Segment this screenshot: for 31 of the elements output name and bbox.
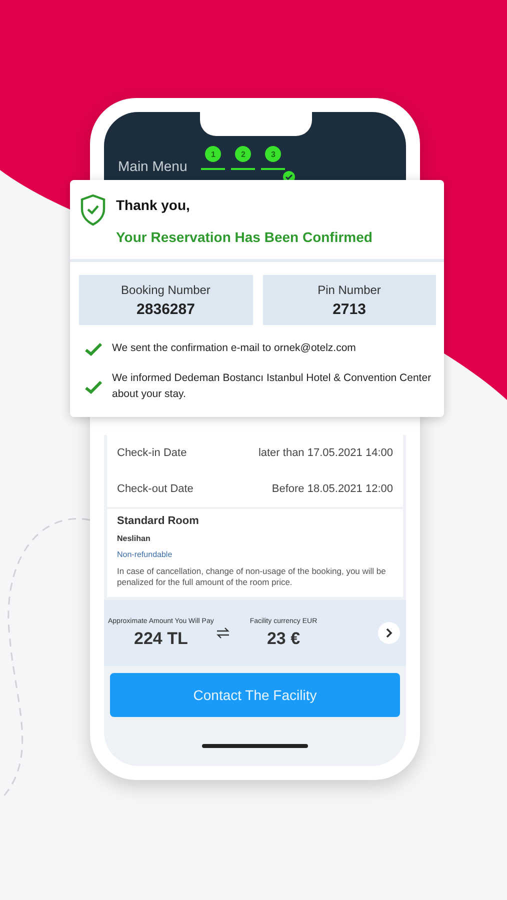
cancellation-note: In case of cancellation, change of non-usage of the booking, you will be penalized for the full amount of the room price. xyxy=(117,566,387,588)
step-dot: 1 xyxy=(205,146,222,162)
code-value: 2836287 xyxy=(136,300,195,318)
check-icon xyxy=(84,378,104,395)
shield-check-icon xyxy=(80,194,106,226)
step-line xyxy=(261,168,286,170)
date-label: Check-out Date xyxy=(117,483,194,495)
step-line xyxy=(231,168,256,170)
step-line xyxy=(201,168,226,170)
room-name: Standard Room xyxy=(117,515,200,527)
step-dot: 2 xyxy=(235,146,252,162)
code-label: Pin Number xyxy=(318,282,381,296)
date-value: later than 17.05.2021 14:00 xyxy=(258,447,393,459)
price-amount: 23 € xyxy=(266,628,300,649)
menu-title[interactable]: Main Menu xyxy=(118,158,188,174)
price-amount: 224 TL xyxy=(134,628,188,649)
swap-icon xyxy=(216,627,230,640)
code-label: Booking Number xyxy=(121,282,210,296)
notice-text: We sent the confirmation e-mail to ornek@otelz.com xyxy=(112,341,356,356)
guest-name: Neslihan xyxy=(117,534,152,543)
date-label: Check-in Date xyxy=(117,447,187,459)
greeting-text: Thank you, xyxy=(116,197,191,213)
next-button[interactable] xyxy=(378,622,400,644)
code-value: 2713 xyxy=(332,300,366,318)
refund-policy: Non-refundable xyxy=(117,550,174,559)
confirmation-message: Your Reservation Has Been Confirmed xyxy=(116,229,372,245)
step-dot: 3 xyxy=(265,146,282,162)
check-icon xyxy=(84,341,104,357)
notice-text: We informed Dedeman Bostancı Istanbul Hotel & Convention Center about your stay. xyxy=(112,371,432,402)
date-value: Before 18.05.2021 12:00 xyxy=(272,483,393,495)
chevron-right-icon xyxy=(384,628,394,638)
